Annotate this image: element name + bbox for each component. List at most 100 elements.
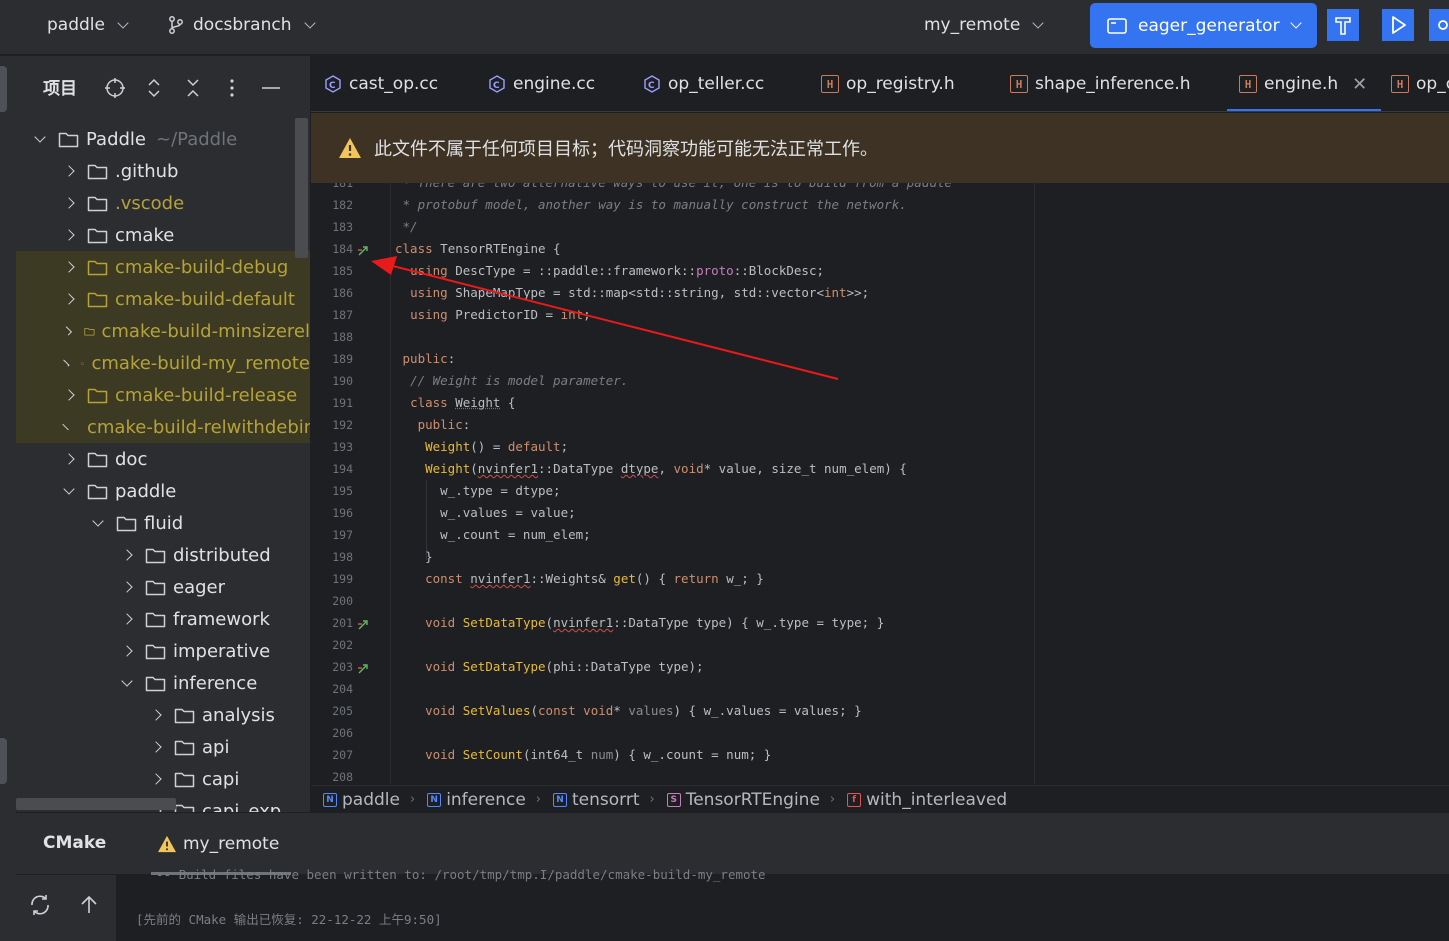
warning-icon [158, 835, 176, 853]
more-options-icon[interactable] [220, 76, 244, 100]
chevron-right-icon[interactable] [63, 389, 75, 401]
tab-op-teller-cc[interactable]: Cop_teller.cc [643, 56, 764, 111]
chevron-right-icon[interactable] [62, 326, 72, 336]
chevron-right-icon[interactable] [121, 613, 133, 625]
folder-icon [145, 580, 166, 595]
tab-op-converter-h[interactable]: Hop_converter.h [1391, 56, 1449, 111]
chevron-right-icon[interactable] [63, 453, 75, 465]
chevron-right-icon[interactable] [63, 197, 75, 209]
chevron-down-icon[interactable] [92, 514, 104, 527]
breadcrumb-item[interactable]: Ntensorrt › [541, 790, 655, 810]
tree-item-inference[interactable]: inference [16, 667, 310, 699]
svg-text:C: C [493, 81, 500, 91]
code-editor[interactable]: 181 * There are two alternative ways to … [311, 183, 1449, 784]
remote-name: my_remote [924, 15, 1021, 35]
tree-item-cmake-build-relwithdebinfo[interactable]: cmake-build-relwithdebinfo [16, 411, 310, 443]
folder-icon [116, 516, 137, 531]
chevron-down-icon[interactable] [121, 674, 133, 687]
tree-item-eager[interactable]: eager [16, 571, 310, 603]
tree-item-paddle[interactable]: Paddle ~/Paddle [16, 123, 310, 155]
branch-switcher[interactable]: docsbranch [166, 0, 316, 50]
cmake-tool-header: CMake my_remote [16, 813, 1449, 875]
close-icon[interactable]: ✕ [1352, 74, 1367, 95]
hide-panel-icon[interactable] [259, 76, 283, 100]
folder-icon [81, 361, 85, 365]
tree-item-analysis[interactable]: analysis [16, 699, 310, 731]
chevron-down-icon[interactable] [63, 482, 75, 495]
tree-item--github[interactable]: .github [16, 155, 310, 187]
chevron-right-icon[interactable] [63, 261, 75, 273]
breadcrumb-item[interactable]: f with_interleaved [835, 790, 1007, 810]
tree-item-label: imperative [173, 640, 271, 662]
tree-item-cmake-build-debug[interactable]: cmake-build-debug [16, 251, 310, 283]
chevron-right-icon[interactable] [150, 709, 162, 721]
project-horizontal-scrollbar[interactable] [16, 798, 176, 810]
chevron-right-icon[interactable] [62, 359, 70, 367]
chevron-down-icon[interactable] [34, 130, 46, 143]
chevron-right-icon[interactable] [62, 423, 69, 431]
console-line: [先前的 CMake 输出已恢复: 22-12-22 上午9:50] [136, 912, 442, 927]
tab-op-registry-h[interactable]: Hop_registry.h [821, 56, 955, 111]
remote-switcher[interactable]: my_remote [924, 0, 1044, 50]
play-icon [1392, 16, 1406, 34]
tree-item-label: paddle [115, 480, 177, 502]
tab-engine-cc[interactable]: Cengine.cc [488, 56, 595, 111]
run-button[interactable] [1382, 9, 1414, 41]
chevron-right-icon[interactable] [63, 229, 75, 241]
chevron-right-icon[interactable] [121, 581, 133, 593]
chevron-right-icon[interactable] [150, 773, 162, 785]
tab-cast-op-cc[interactable]: Ccast_op.cc [324, 56, 438, 111]
build-button[interactable] [1327, 9, 1359, 41]
tree-item--vscode[interactable]: .vscode [16, 187, 310, 219]
project-tool-button[interactable] [0, 66, 7, 112]
chevron-right-icon[interactable] [121, 549, 133, 561]
breadcrumb-item[interactable]: Ninference › [415, 790, 541, 810]
chevron-down-icon [303, 16, 316, 29]
tab-engine-h[interactable]: Hengine.h ✕ [1226, 56, 1382, 111]
tab-shape-inference-h[interactable]: Hshape_inference.h [1010, 56, 1191, 111]
tree-item-fluid[interactable]: fluid [16, 507, 310, 539]
collapse-all-icon[interactable] [181, 76, 205, 100]
project-name: paddle [47, 15, 105, 35]
tree-item-api[interactable]: api [16, 731, 310, 763]
tree-item-label: .vscode [115, 192, 185, 214]
structure-tool-button[interactable] [0, 738, 7, 784]
project-switcher[interactable]: paddle [47, 0, 129, 50]
tree-item-cmake-build-my-remote[interactable]: cmake-build-my_remote [16, 347, 310, 379]
tree-item-paddle[interactable]: paddle [16, 475, 310, 507]
svg-text:C: C [329, 81, 336, 91]
hammer-icon [1335, 17, 1351, 35]
chevron-right-icon[interactable] [63, 165, 75, 177]
tree-item-capi[interactable]: capi [16, 763, 310, 795]
tree-item-doc[interactable]: doc [16, 443, 310, 475]
tree-item-imperative[interactable]: imperative [16, 635, 310, 667]
run-configuration-selector[interactable]: eager_generator [1090, 3, 1317, 48]
tree-item-cmake[interactable]: cmake [16, 219, 310, 251]
tree-item-cmake-build-release[interactable]: cmake-build-release [16, 379, 310, 411]
project-vertical-scrollbar[interactable] [295, 118, 308, 258]
tree-item-label: cmake-build-minsizerel [101, 320, 311, 342]
tree-item-cmake-build-default[interactable]: cmake-build-default [16, 283, 310, 315]
tree-item-label: cmake-build-relwithdebinfo [87, 416, 310, 438]
tree-item-label: cmake-build-my_remote [91, 352, 310, 374]
branch-name: docsbranch [193, 15, 292, 35]
expand-all-icon[interactable] [142, 76, 166, 100]
debug-button[interactable] [1429, 9, 1449, 41]
breadcrumb-item[interactable]: S TensorRTEngine › [655, 790, 835, 810]
locate-icon[interactable] [103, 76, 127, 100]
tree-item-label: fluid [144, 512, 184, 534]
tab-my-remote[interactable]: my_remote [151, 813, 292, 875]
chevron-right-icon[interactable] [121, 645, 133, 657]
scroll-up-icon[interactable] [77, 893, 101, 917]
chevron-right-icon[interactable] [63, 293, 75, 305]
tree-item-cmake-build-minsizerel[interactable]: cmake-build-minsizerel [16, 315, 310, 347]
reload-icon[interactable] [28, 893, 52, 917]
chevron-right-icon[interactable] [150, 741, 162, 753]
breadcrumb-item[interactable]: Npaddle › [311, 790, 415, 810]
run-config-name: eager_generator [1138, 15, 1280, 36]
cmake-console[interactable]: -- Build files have been written to: /ro… [116, 867, 1449, 941]
folder-icon [84, 327, 95, 336]
tree-item-label: capi [202, 768, 240, 790]
tree-item-framework[interactable]: framework [16, 603, 310, 635]
tree-item-distributed[interactable]: distributed [16, 539, 310, 571]
